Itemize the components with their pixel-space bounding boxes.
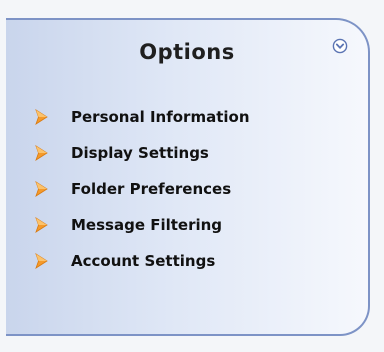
menu-item-display-settings[interactable]: Display Settings xyxy=(34,142,250,163)
chevron-down-circle-icon[interactable] xyxy=(332,38,348,54)
arrow-bullet-icon xyxy=(35,252,48,269)
panel-title: Options xyxy=(139,40,235,64)
menu-item-label: Personal Information xyxy=(71,107,250,126)
menu-item-label: Account Settings xyxy=(71,251,216,270)
options-panel: Options Personal Information Display Set… xyxy=(6,18,370,336)
arrow-bullet-icon xyxy=(35,108,48,125)
menu-item-label: Message Filtering xyxy=(71,215,223,234)
menu-item-label: Folder Preferences xyxy=(71,179,232,198)
menu-item-folder-preferences[interactable]: Folder Preferences xyxy=(34,178,250,199)
arrow-bullet-icon xyxy=(35,216,48,233)
arrow-bullet-icon xyxy=(35,144,48,161)
menu-item-message-filtering[interactable]: Message Filtering xyxy=(34,214,250,235)
menu-item-personal-information[interactable]: Personal Information xyxy=(34,106,250,127)
options-menu: Personal Information Display Settings Fo… xyxy=(34,106,250,286)
menu-item-account-settings[interactable]: Account Settings xyxy=(34,250,250,271)
arrow-bullet-icon xyxy=(35,180,48,197)
menu-item-label: Display Settings xyxy=(71,143,209,162)
